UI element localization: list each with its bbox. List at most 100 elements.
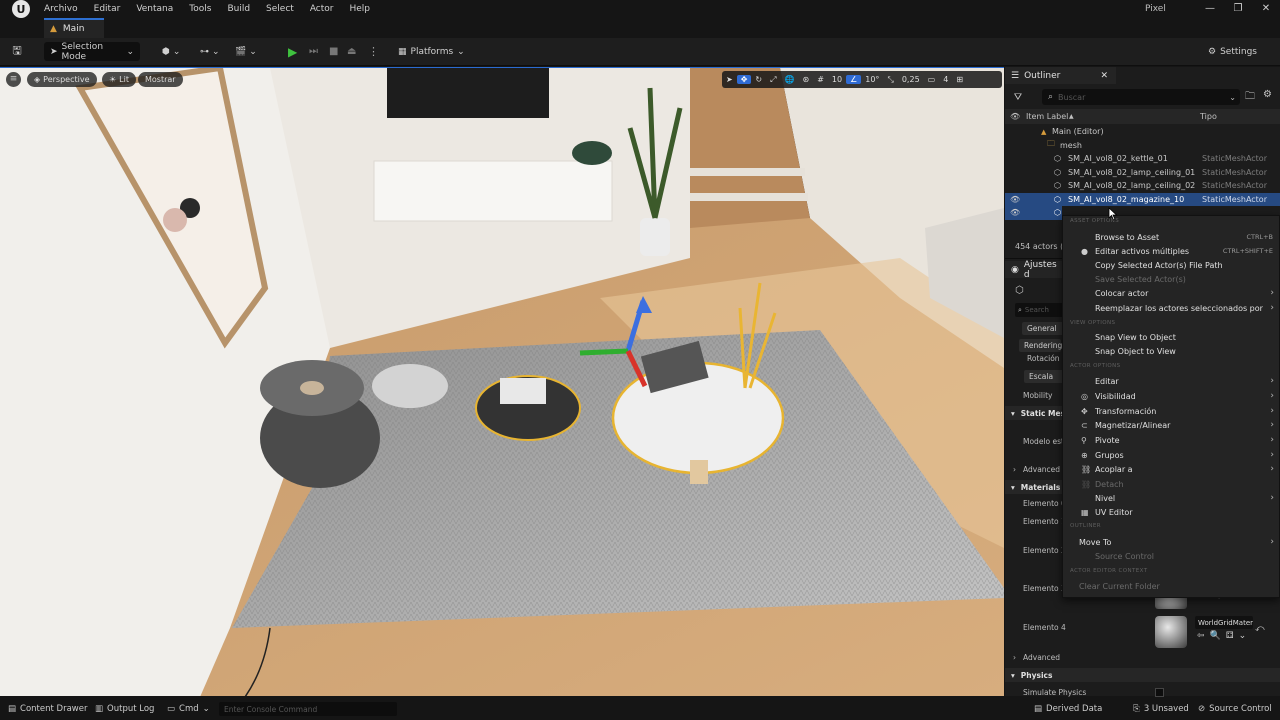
eye-icon[interactable]: 👁 xyxy=(1010,195,1020,204)
source-control-button[interactable]: ⊘ Source Control xyxy=(1198,702,1272,716)
ctx-uv-editor[interactable]: ▦ UV Editor xyxy=(1063,505,1279,519)
eject-button[interactable]: ⏏ xyxy=(347,42,356,61)
ctx-level[interactable]: Nivel › xyxy=(1063,491,1279,505)
material-name-field[interactable]: WorldGridMater xyxy=(1195,616,1253,629)
content-drawer-button[interactable]: ▤ Content Drawer xyxy=(8,702,87,716)
chevron-right-icon[interactable]: › xyxy=(1013,653,1016,662)
filter-icon[interactable]: ⛛ xyxy=(1005,92,1031,103)
ctx-visibility[interactable]: ◎ Visibilidad › xyxy=(1063,389,1279,403)
ctx-copy-path[interactable]: Copy Selected Actor(s) File Path xyxy=(1063,258,1279,272)
play-options-button[interactable]: ⋮ xyxy=(368,42,379,61)
ctx-edit[interactable]: Editar › xyxy=(1063,374,1279,388)
stop-button[interactable]: ■ xyxy=(329,42,338,61)
ctx-replace-actors[interactable]: Reemplazar los actores seleccionados por… xyxy=(1063,301,1279,315)
scale-snap-icon[interactable]: ⤡ xyxy=(883,75,897,85)
cmd-dropdown[interactable]: ▭ Cmd ⌄ xyxy=(167,702,210,716)
tree-row-actor[interactable]: ⬡ SM_AI_vol8_02_lamp_ceiling_01 StaticMe… xyxy=(1005,166,1280,180)
tree-row-actor[interactable]: ⬡ SM_AI_vol8_02_lamp_ceiling_02 StaticMe… xyxy=(1005,179,1280,193)
eye-icon[interactable]: 👁 xyxy=(1010,208,1020,217)
surface-snap-icon[interactable]: ⊛ xyxy=(798,75,813,84)
type-header[interactable]: Tipo xyxy=(1200,112,1217,121)
menu-archivo[interactable]: Archivo xyxy=(36,0,86,18)
material-thumbnail[interactable] xyxy=(1155,616,1187,648)
tree-row-folder-mesh[interactable]: 🗀 mesh xyxy=(1005,139,1280,153)
visibility-header-icon[interactable]: 👁 xyxy=(1010,112,1020,121)
browse-icon[interactable]: 🔍 xyxy=(1210,631,1221,641)
ctx-snap-align[interactable]: ⊂ Magnetizar/Alinear › xyxy=(1063,418,1279,432)
rotation-snap-icon[interactable]: ∠ xyxy=(846,75,862,84)
ctx-attach-to[interactable]: ⛓ Acoplar a › xyxy=(1063,462,1279,476)
show-button[interactable]: Mostrar xyxy=(138,72,183,87)
physics-section[interactable]: ▾ Physics xyxy=(1005,668,1280,682)
skip-frame-button[interactable]: ⏭ xyxy=(309,42,318,61)
ctx-snap-object[interactable]: Snap Object to View xyxy=(1063,344,1279,358)
menu-build[interactable]: Build xyxy=(219,0,258,18)
ctx-edit-multiple[interactable]: ● Editar activos múltiples CTRL+SHIFT+E xyxy=(1063,244,1279,258)
gear-icon[interactable]: ⚙ xyxy=(1263,89,1272,106)
grid-snap-icon[interactable]: # xyxy=(813,75,828,84)
ctx-move-to[interactable]: Move To › xyxy=(1063,535,1279,549)
settings-button[interactable]: ⚙ Settings xyxy=(1208,42,1257,61)
close-icon[interactable]: ✕ xyxy=(1100,71,1108,81)
selection-mode-dropdown[interactable]: ➤ Selection Mode ⌄ xyxy=(44,42,140,62)
chevron-down-icon[interactable]: ⌄ xyxy=(1239,631,1247,641)
tab-outliner[interactable]: ☰ Outliner ✕ xyxy=(1005,67,1116,84)
outliner-search-input[interactable]: ⌕ Buscar ⌄ xyxy=(1042,89,1240,105)
ctx-pivot[interactable]: ⚲ Pivote › xyxy=(1063,433,1279,447)
unsaved-button[interactable]: ⎘ 3 Unsaved xyxy=(1133,702,1189,716)
play-button[interactable]: ▶ xyxy=(288,42,304,61)
details-search-input[interactable]: ⌕ Search xyxy=(1015,303,1065,317)
output-log-button[interactable]: ▥ Output Log xyxy=(95,702,154,716)
save-button[interactable]: 🖫 xyxy=(9,42,25,61)
menu-actor[interactable]: Actor xyxy=(302,0,342,18)
scale-dropdown[interactable]: Escala xyxy=(1024,370,1066,383)
maximize-button[interactable]: ❐ xyxy=(1224,0,1252,18)
ctx-transform[interactable]: ✥ Transformación › xyxy=(1063,404,1279,418)
options-icon[interactable]: ⚃ xyxy=(1226,631,1234,641)
tree-row-actor-selected[interactable]: 👁 ⬡ xyxy=(1005,206,1062,220)
derived-data-button[interactable]: ▤ Derived Data xyxy=(1034,702,1102,716)
simulate-physics-checkbox[interactable] xyxy=(1155,688,1164,697)
reset-to-default-icon[interactable]: ⤺ xyxy=(1255,624,1265,634)
camera-speed-value[interactable]: 4 xyxy=(939,75,952,84)
menu-editar[interactable]: Editar xyxy=(86,0,129,18)
use-selected-icon[interactable]: ⇦ xyxy=(1197,631,1205,641)
select-tool-icon[interactable]: ➤ xyxy=(722,75,737,84)
ctx-groups[interactable]: ⊕ Grupos › xyxy=(1063,448,1279,462)
grid-snap-value[interactable]: 10 xyxy=(828,75,846,84)
close-window-button[interactable]: ✕ xyxy=(1252,0,1280,18)
advanced-toggle[interactable]: Advanced xyxy=(1023,653,1060,662)
filter-general[interactable]: General xyxy=(1022,322,1064,335)
menu-select[interactable]: Select xyxy=(258,0,302,18)
ctx-snap-view[interactable]: Snap View to Object xyxy=(1063,330,1279,344)
viewport-menu-button[interactable]: ≡ xyxy=(6,72,21,87)
blueprints-button[interactable]: ⊶ ⌄ xyxy=(200,42,220,61)
scale-snap-value[interactable]: 0,25 xyxy=(898,75,924,84)
scale-tool-icon[interactable]: ⤢ xyxy=(766,75,780,85)
minimize-button[interactable]: — xyxy=(1196,0,1224,18)
platforms-dropdown[interactable]: ▦ Platforms ⌄ xyxy=(398,42,465,61)
tab-details[interactable]: ◉ Ajustes d xyxy=(1005,260,1065,280)
level-viewport[interactable]: ≡ ◈ Perspective ☀ Lit Mostrar ➤ ✥ ↻ ⤢ 🌐 ⊛ … xyxy=(0,67,1004,696)
add-folder-icon[interactable]: 🗀 xyxy=(1245,89,1255,106)
tab-main[interactable]: ▲ Main xyxy=(44,18,104,38)
rotate-tool-icon[interactable]: ↻ xyxy=(751,75,766,84)
layout-icon[interactable]: ⊞ xyxy=(952,75,967,84)
chevron-right-icon[interactable]: › xyxy=(1013,465,1016,474)
perspective-button[interactable]: ◈ Perspective xyxy=(27,72,97,87)
advanced-toggle[interactable]: Advanced xyxy=(1023,465,1060,474)
tree-row-main[interactable]: ▲ Main (Editor) xyxy=(1005,125,1280,139)
move-tool-icon[interactable]: ✥ xyxy=(736,75,752,84)
item-label-header[interactable]: Item Label xyxy=(1026,112,1068,121)
lit-mode-button[interactable]: ☀ Lit xyxy=(102,72,136,87)
cinematics-button[interactable]: 🎬 ⌄ xyxy=(235,42,257,61)
menu-help[interactable]: Help xyxy=(342,0,379,18)
menu-tools[interactable]: Tools xyxy=(181,0,219,18)
ctx-browse-to-asset[interactable]: Browse to Asset CTRL+B xyxy=(1063,230,1279,244)
filter-rendering[interactable]: Rendering xyxy=(1019,339,1062,352)
menu-ventana[interactable]: Ventana xyxy=(128,0,181,18)
console-command-input[interactable]: Enter Console Command xyxy=(219,702,397,716)
tree-row-actor-selected[interactable]: 👁 ⬡ SM_AI_vol8_02_magazine_10 StaticMesh… xyxy=(1005,192,1280,206)
world-space-icon[interactable]: 🌐 xyxy=(781,75,799,84)
rotation-snap-value[interactable]: 10° xyxy=(861,75,883,84)
